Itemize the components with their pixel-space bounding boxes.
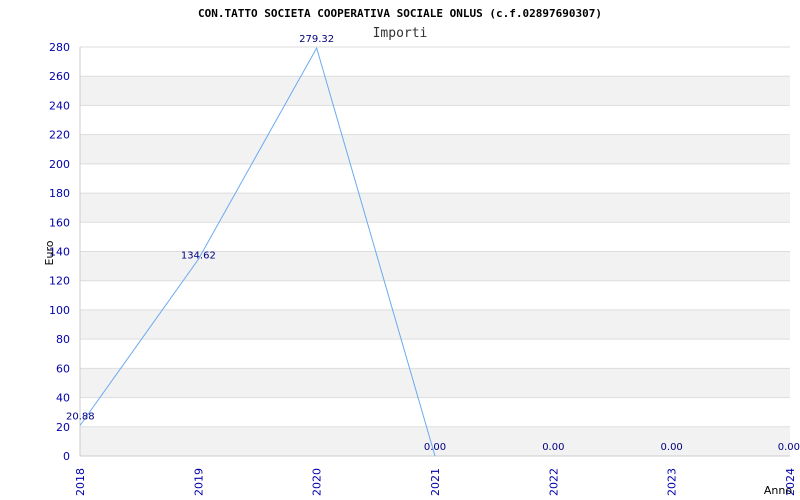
y-tick-label: 280 [49,41,70,54]
plot-band [80,368,790,398]
data-label: 0.00 [542,442,564,453]
line-chart: CON.TATTO SOCIETA COOPERATIVA SOCIALE ON… [43,7,800,497]
y-tick-label: 120 [49,275,70,288]
y-tick-label: 260 [49,70,70,83]
x-tick-label: 2022 [547,468,560,496]
chart-title: CON.TATTO SOCIETA COOPERATIVA SOCIALE ON… [198,7,602,20]
y-tick-label: 40 [56,392,70,405]
plot-band [80,339,790,369]
x-tick-label: 2018 [74,468,87,496]
data-label: 134.62 [181,250,216,261]
x-tick-label: 2019 [192,468,205,496]
plot-band [80,193,790,223]
y-tick-label: 200 [49,158,70,171]
y-tick-label: 220 [49,129,70,142]
chart-subtitle: Importi [373,26,428,41]
data-label: 0.00 [778,442,800,453]
plot-band [80,76,790,106]
y-tick-label: 100 [49,304,70,317]
plot-band [80,397,790,427]
data-label: 20.88 [66,412,95,423]
x-tick-label: 2023 [666,468,679,496]
y-tick-label: 80 [56,333,70,346]
y-tick-label: 240 [49,99,70,112]
plot-band [80,47,790,77]
y-tick-label: 0 [63,450,70,463]
plot-band [80,222,790,252]
plot-band [80,280,790,310]
x-axis-label: Anno [764,484,792,497]
plot-band [80,163,790,194]
y-tick-label: 60 [56,362,70,375]
data-label: 0.00 [661,442,683,453]
x-axis-ticks: 2018 2019 2020 2021 2022 2023 2024 [74,468,797,496]
y-tick-label: 160 [49,216,70,229]
y-tick-label: 180 [49,187,70,200]
data-label: 0.00 [424,442,446,453]
plot-band [80,134,790,164]
y-tick-label: 20 [56,421,70,434]
plot-band [80,309,790,340]
y-axis-label: Euro [43,240,56,265]
x-tick-label: 2020 [311,468,324,496]
plot-band [80,105,790,135]
data-label: 279.32 [299,34,334,45]
x-tick-label: 2021 [429,468,442,496]
